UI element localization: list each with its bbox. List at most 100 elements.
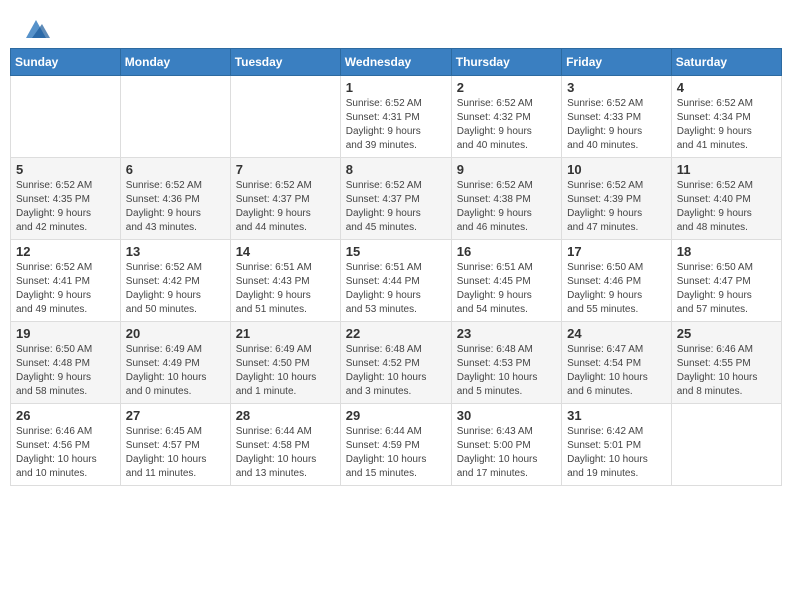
day-number: 19 <box>16 326 115 341</box>
weekday-header: Wednesday <box>340 49 451 76</box>
logo-icon <box>22 14 50 42</box>
calendar-cell: 20 Sunrise: 6:49 AM Sunset: 4:49 PM Dayli… <box>120 322 230 404</box>
day-info: Sunrise: 6:51 AM Sunset: 4:45 PM Dayligh… <box>457 261 556 317</box>
calendar-cell: 29Sunrise: 6:44 AM Sunset: 4:59 PM Dayli… <box>340 404 451 486</box>
day-number: 6 <box>126 162 225 177</box>
day-info: Sunrise: 6:52 AM Sunset: 4:38 PM Dayligh… <box>457 179 556 235</box>
day-info: Sunrise: 6:50 AM Sunset: 4:48 PM Dayligh… <box>16 343 115 399</box>
day-number: 21 <box>236 326 335 341</box>
day-number: 11 <box>677 162 776 177</box>
header <box>0 0 792 48</box>
day-number: 25 <box>677 326 776 341</box>
calendar-week-row: 5Sunrise: 6:52 AM Sunset: 4:35 PM Daylig… <box>11 158 782 240</box>
day-number: 13 <box>126 244 225 259</box>
day-number: 1 <box>346 80 446 95</box>
calendar-cell: 28Sunrise: 6:44 AM Sunset: 4:58 PM Dayli… <box>230 404 340 486</box>
calendar-week-row: 19 Sunrise: 6:50 AM Sunset: 4:48 PM Dayli… <box>11 322 782 404</box>
day-info: Sunrise: 6:49 AM Sunset: 4:50 PM Dayligh… <box>236 343 335 399</box>
calendar-cell <box>671 404 781 486</box>
day-number: 10 <box>567 162 666 177</box>
calendar-cell: 16Sunrise: 6:51 AM Sunset: 4:45 PM Dayli… <box>451 240 561 322</box>
calendar-cell: 26 Sunrise: 6:46 AM Sunset: 4:56 PM Dayli… <box>11 404 121 486</box>
day-number: 17 <box>567 244 666 259</box>
calendar-cell: 11 Sunrise: 6:52 AM Sunset: 4:40 PM Dayli… <box>671 158 781 240</box>
day-info: Sunrise: 6:51 AM Sunset: 4:44 PM Dayligh… <box>346 261 446 317</box>
day-info: Sunrise: 6:52 AM Sunset: 4:33 PM Dayligh… <box>567 97 666 153</box>
day-info: Sunrise: 6:50 AM Sunset: 4:47 PM Dayligh… <box>677 261 776 317</box>
day-info: Sunrise: 6:43 AM Sunset: 5:00 PM Dayligh… <box>457 425 556 481</box>
day-info: Sunrise: 6:47 AM Sunset: 4:54 PM Dayligh… <box>567 343 666 399</box>
day-info: Sunrise: 6:44 AM Sunset: 4:58 PM Dayligh… <box>236 425 335 481</box>
calendar-week-row: 26 Sunrise: 6:46 AM Sunset: 4:56 PM Dayli… <box>11 404 782 486</box>
day-number: 12 <box>16 244 115 259</box>
calendar-cell: 9Sunrise: 6:52 AM Sunset: 4:38 PM Daylig… <box>451 158 561 240</box>
day-info: Sunrise: 6:52 AM Sunset: 4:31 PM Dayligh… <box>346 97 446 153</box>
day-number: 3 <box>567 80 666 95</box>
calendar-cell: 25 Sunrise: 6:46 AM Sunset: 4:55 PM Dayli… <box>671 322 781 404</box>
day-number: 26 <box>16 408 115 423</box>
calendar-cell: 2 Sunrise: 6:52 AM Sunset: 4:32 PM Daylig… <box>451 76 561 158</box>
weekday-header: Monday <box>120 49 230 76</box>
calendar-week-row: 12 Sunrise: 6:52 AM Sunset: 4:41 PM Dayli… <box>11 240 782 322</box>
day-info: Sunrise: 6:50 AM Sunset: 4:46 PM Dayligh… <box>567 261 666 317</box>
day-info: Sunrise: 6:49 AM Sunset: 4:49 PM Dayligh… <box>126 343 225 399</box>
day-info: Sunrise: 6:46 AM Sunset: 4:55 PM Dayligh… <box>677 343 776 399</box>
calendar-week-row: 1 Sunrise: 6:52 AM Sunset: 4:31 PM Daylig… <box>11 76 782 158</box>
calendar-cell: 21 Sunrise: 6:49 AM Sunset: 4:50 PM Dayli… <box>230 322 340 404</box>
day-number: 18 <box>677 244 776 259</box>
day-info: Sunrise: 6:45 AM Sunset: 4:57 PM Dayligh… <box>126 425 225 481</box>
calendar-cell: 27 Sunrise: 6:45 AM Sunset: 4:57 PM Dayli… <box>120 404 230 486</box>
day-info: Sunrise: 6:52 AM Sunset: 4:36 PM Dayligh… <box>126 179 225 235</box>
calendar-cell: 18 Sunrise: 6:50 AM Sunset: 4:47 PM Dayli… <box>671 240 781 322</box>
weekday-header: Saturday <box>671 49 781 76</box>
calendar-cell: 24Sunrise: 6:47 AM Sunset: 4:54 PM Dayli… <box>562 322 672 404</box>
day-number: 2 <box>457 80 556 95</box>
calendar-cell: 13Sunrise: 6:52 AM Sunset: 4:42 PM Dayli… <box>120 240 230 322</box>
day-info: Sunrise: 6:52 AM Sunset: 4:37 PM Dayligh… <box>236 179 335 235</box>
day-number: 20 <box>126 326 225 341</box>
day-number: 23 <box>457 326 556 341</box>
day-number: 27 <box>126 408 225 423</box>
calendar-cell: 4Sunrise: 6:52 AM Sunset: 4:34 PM Daylig… <box>671 76 781 158</box>
day-info: Sunrise: 6:46 AM Sunset: 4:56 PM Dayligh… <box>16 425 115 481</box>
page: SundayMondayTuesdayWednesdayThursdayFrid… <box>0 0 792 612</box>
day-number: 22 <box>346 326 446 341</box>
calendar-cell: 12 Sunrise: 6:52 AM Sunset: 4:41 PM Dayli… <box>11 240 121 322</box>
calendar-cell: 31 Sunrise: 6:42 AM Sunset: 5:01 PM Dayli… <box>562 404 672 486</box>
calendar-cell: 30 Sunrise: 6:43 AM Sunset: 5:00 PM Dayli… <box>451 404 561 486</box>
day-number: 4 <box>677 80 776 95</box>
day-number: 14 <box>236 244 335 259</box>
day-info: Sunrise: 6:42 AM Sunset: 5:01 PM Dayligh… <box>567 425 666 481</box>
calendar-cell <box>120 76 230 158</box>
calendar-cell: 8Sunrise: 6:52 AM Sunset: 4:37 PM Daylig… <box>340 158 451 240</box>
calendar-cell: 19 Sunrise: 6:50 AM Sunset: 4:48 PM Dayli… <box>11 322 121 404</box>
calendar-wrapper: SundayMondayTuesdayWednesdayThursdayFrid… <box>0 48 792 496</box>
weekday-header: Friday <box>562 49 672 76</box>
calendar-cell: 10 Sunrise: 6:52 AM Sunset: 4:39 PM Dayli… <box>562 158 672 240</box>
calendar-cell <box>11 76 121 158</box>
calendar-cell <box>230 76 340 158</box>
weekday-header: Sunday <box>11 49 121 76</box>
calendar-cell: 17 Sunrise: 6:50 AM Sunset: 4:46 PM Dayli… <box>562 240 672 322</box>
day-info: Sunrise: 6:52 AM Sunset: 4:40 PM Dayligh… <box>677 179 776 235</box>
day-info: Sunrise: 6:52 AM Sunset: 4:41 PM Dayligh… <box>16 261 115 317</box>
calendar-cell: 23 Sunrise: 6:48 AM Sunset: 4:53 PM Dayli… <box>451 322 561 404</box>
day-number: 5 <box>16 162 115 177</box>
day-number: 30 <box>457 408 556 423</box>
day-number: 15 <box>346 244 446 259</box>
day-info: Sunrise: 6:44 AM Sunset: 4:59 PM Dayligh… <box>346 425 446 481</box>
calendar-cell: 6 Sunrise: 6:52 AM Sunset: 4:36 PM Daylig… <box>120 158 230 240</box>
day-info: Sunrise: 6:48 AM Sunset: 4:53 PM Dayligh… <box>457 343 556 399</box>
day-info: Sunrise: 6:52 AM Sunset: 4:39 PM Dayligh… <box>567 179 666 235</box>
weekday-header: Thursday <box>451 49 561 76</box>
day-info: Sunrise: 6:52 AM Sunset: 4:32 PM Dayligh… <box>457 97 556 153</box>
day-number: 8 <box>346 162 446 177</box>
day-number: 31 <box>567 408 666 423</box>
calendar-cell: 7Sunrise: 6:52 AM Sunset: 4:37 PM Daylig… <box>230 158 340 240</box>
logo <box>20 14 50 38</box>
weekday-header: Tuesday <box>230 49 340 76</box>
calendar-cell: 22Sunrise: 6:48 AM Sunset: 4:52 PM Dayli… <box>340 322 451 404</box>
calendar-cell: 5Sunrise: 6:52 AM Sunset: 4:35 PM Daylig… <box>11 158 121 240</box>
calendar-cell: 14Sunrise: 6:51 AM Sunset: 4:43 PM Dayli… <box>230 240 340 322</box>
calendar-cell: 1 Sunrise: 6:52 AM Sunset: 4:31 PM Daylig… <box>340 76 451 158</box>
